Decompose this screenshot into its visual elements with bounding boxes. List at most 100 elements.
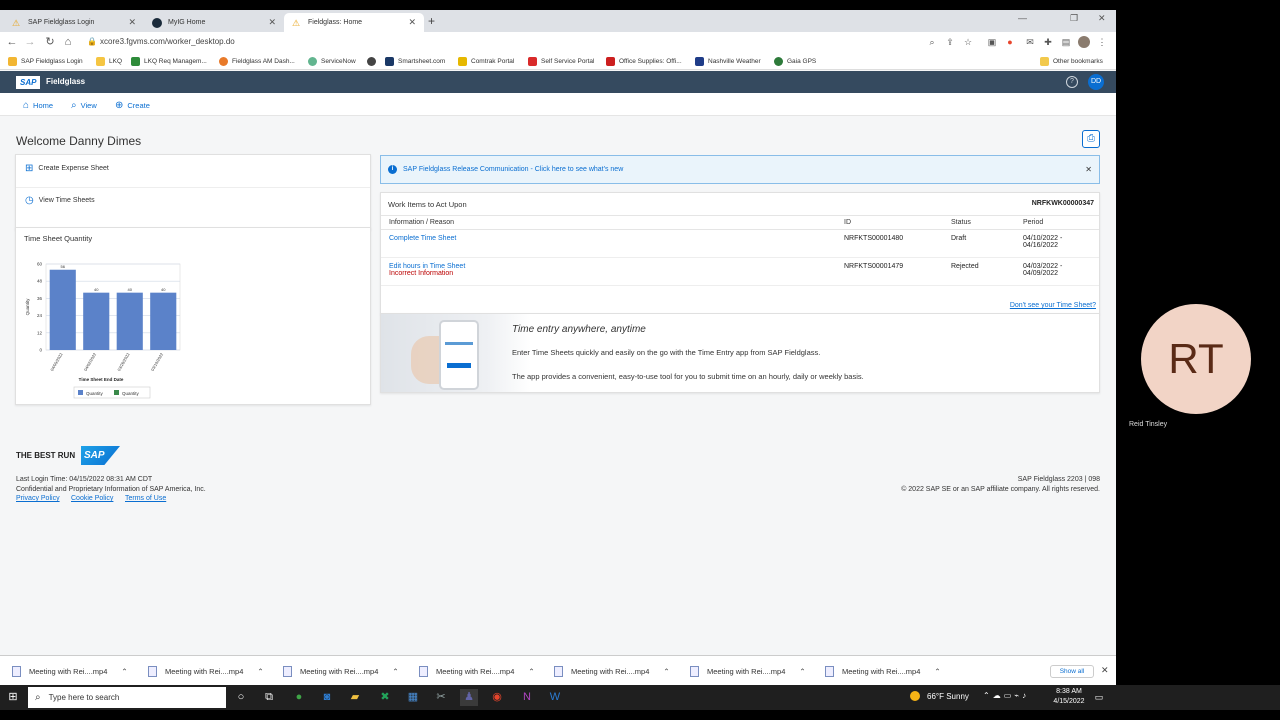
bookmark-gaia-gps[interactable]: Gaia GPS [774,55,816,67]
column-header-period[interactable]: Period [1015,215,1099,230]
nav-view[interactable]: ⌕ View [71,98,97,112]
tab-fieldglass-home[interactable]: ⚠ Fieldglass: Home ✕ [284,13,424,32]
release-banner[interactable]: i SAP Fieldglass Release Communication -… [380,155,1100,184]
chevron-up-icon: ⌃ [799,666,806,676]
extension-mail-icon[interactable]: ✉ [1024,36,1036,48]
onenote-icon[interactable]: N [518,689,536,706]
url-input[interactable]: 🔒 xcore3.fgvms.com/worker_desktop.do [82,35,932,49]
column-header-id[interactable]: ID [836,215,943,230]
create-expense-sheet-link[interactable]: ⊞ Create Expense Sheet [25,163,109,174]
print-button[interactable]: ⎙ [1082,130,1100,148]
bookmark-fieldglass-am[interactable]: Fieldglass AM Dash... [219,55,295,67]
bookmark-servicenow[interactable]: ServiceNow [308,55,356,67]
privacy-policy-link[interactable]: Privacy Policy [16,495,60,502]
work-item-reason: Incorrect Information [389,270,454,277]
column-header-status[interactable]: Status [943,215,1015,230]
version-text: SAP Fieldglass 2203 | 098 [1017,476,1100,483]
help-icon[interactable]: ? [1066,76,1078,88]
chevron-up-icon: ⌃ [121,666,128,676]
download-item[interactable]: Meeting with Rei....mp4 ⌃ [825,663,941,679]
calculator-icon[interactable]: ▦ [404,689,422,706]
task-view-icon[interactable]: ⧉ [260,689,278,706]
new-tab-button[interactable]: + [428,14,435,28]
download-item[interactable]: Meeting with Rei....mp4 ⌃ [283,663,399,679]
work-item-link[interactable]: Edit hours in Time Sheet [389,263,828,270]
view-time-sheets-link[interactable]: ◷ View Time Sheets [25,195,95,206]
windows-start-icon[interactable]: ⊞ [4,689,22,706]
copyright-text: © 2022 SAP SE or an SAP affiliate compan… [901,486,1100,493]
y-tick-label: 36 [37,296,43,301]
minimize-button[interactable]: — [1018,13,1027,23]
back-icon[interactable]: ← [4,34,20,50]
column-header-info[interactable]: Information / Reason [381,215,836,230]
bookmark-self-service[interactable]: Self Service Portal [528,55,594,67]
tray-icons[interactable]: ⌃☁▭⌁♪ [983,691,1029,700]
sidebar-icon[interactable]: ▤ [1060,36,1072,48]
y-tick-label: 12 [37,330,43,335]
weather-widget[interactable]: 66°F Sunny [910,691,969,701]
bookmark-smartsheet[interactable]: Smartsheet.com [385,55,445,67]
terms-of-use-link[interactable]: Terms of Use [125,495,166,502]
bookmark-lkq[interactable]: LKQ [96,55,122,67]
reload-icon[interactable]: ↻ [42,34,58,50]
y-tick-label: 0 [39,348,42,353]
cookie-policy-link[interactable]: Cookie Policy [71,495,113,502]
bookmark-sap-fieldglass-login[interactable]: SAP Fieldglass Login [8,55,83,67]
bar-data-label: 40 [161,287,166,292]
profile-avatar[interactable] [1078,36,1090,48]
show-all-button[interactable]: Show all [1050,665,1094,678]
menu-icon[interactable]: ⋮ [1096,36,1108,48]
other-bookmarks[interactable]: Other bookmarks [1040,55,1103,67]
legend-swatch-1 [78,390,83,395]
teams-icon[interactable]: ♟ [460,689,478,706]
file-explorer-icon[interactable]: ▰ [346,689,364,706]
close-downloads-button[interactable]: ✕ [1101,665,1109,676]
bookmark-globe[interactable] [367,55,380,67]
star-icon[interactable]: ☆ [962,36,974,48]
download-item[interactable]: Meeting with Rei....mp4 ⌃ [148,663,264,679]
nav-home[interactable]: ⌂ Home [23,98,53,112]
bookmark-nashville-weather[interactable]: Nashville Weather [695,55,761,67]
close-tab-icon[interactable]: ✕ [128,17,136,28]
taskbar-search-input[interactable]: ⌕ Type here to search [28,687,226,708]
download-item[interactable]: Meeting with Rei....mp4 ⌃ [554,663,670,679]
sap-logo[interactable]: SAP [16,76,41,89]
notifications-icon[interactable]: ▭ [1090,689,1108,706]
download-item[interactable]: Meeting with Rei....mp4 ⌃ [690,663,806,679]
zoom-icon[interactable]: ⌕ [926,36,938,48]
bookmark-office-supplies[interactable]: Office Supplies: Offi... [606,55,682,67]
close-tab-icon[interactable]: ✕ [408,17,416,28]
word-icon[interactable]: W [546,689,564,706]
extension-red-icon[interactable]: ● [1004,36,1016,48]
dont-see-time-sheet-link[interactable]: Don't see your Time Sheet? [1010,302,1096,309]
user-avatar[interactable]: DD [1088,74,1104,90]
bookmark-comtrak[interactable]: Comtrak Portal [458,55,514,67]
close-tab-icon[interactable]: ✕ [268,17,276,28]
chrome-icon[interactable]: ◉ [488,689,506,706]
puzzle-icon[interactable]: ✚ [1042,36,1054,48]
outlook-icon[interactable]: ◙ [318,689,336,706]
download-item[interactable]: Meeting with Rei....mp4 ⌃ [419,663,535,679]
cortana-icon[interactable]: ○ [232,689,250,706]
snipping-icon[interactable]: ✂ [432,689,450,706]
tab-sap-fieldglass-login[interactable]: ⚠ SAP Fieldglass Login ✕ [4,13,144,32]
excel-icon[interactable]: ✖ [376,689,394,706]
restore-button[interactable]: ❐ [1070,13,1078,24]
close-window-button[interactable]: ✕ [1098,13,1106,24]
download-item[interactable]: Meeting with Rei....mp4 ⌃ [12,663,128,679]
extension-icon[interactable]: ▣ [986,36,998,48]
tab-myig-home[interactable]: MyIG Home ✕ [144,13,284,32]
info-icon: i [388,165,397,174]
y-tick-label: 48 [37,279,43,284]
share-icon[interactable]: ⇪ [944,36,956,48]
bookmark-lkq-req[interactable]: LKQ Req Managem... [131,55,207,67]
close-icon[interactable]: ✕ [1085,165,1092,174]
forward-icon[interactable]: → [22,34,38,50]
home-icon[interactable]: ⌂ [60,34,76,50]
work-item-link[interactable]: Complete Time Sheet [389,235,828,242]
chrome-alt-icon[interactable]: ● [290,689,308,706]
nav-create[interactable]: ⊕ Create [115,98,150,112]
release-link[interactable]: SAP Fieldglass Release Communication - C… [403,166,623,173]
participant-name: Reid Tinsley [1129,421,1168,428]
taskbar-clock[interactable]: 8:38 AM 4/15/2022 [1048,687,1090,707]
